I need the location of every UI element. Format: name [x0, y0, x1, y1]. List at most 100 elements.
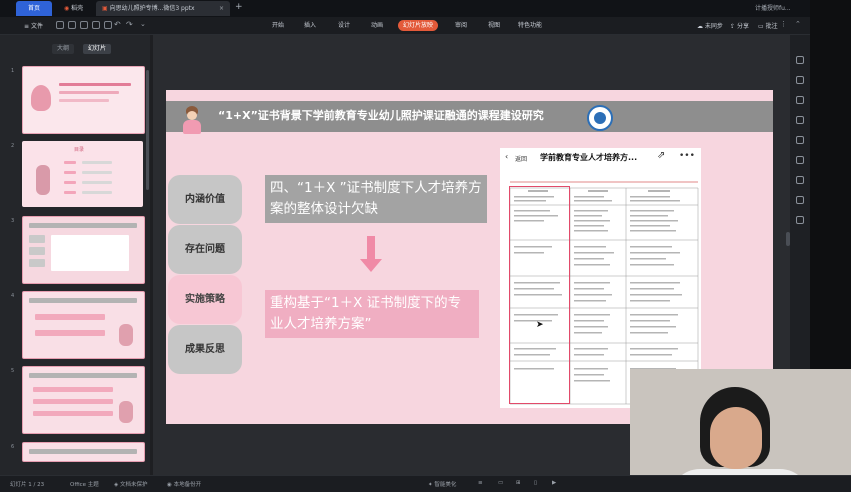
thumb-title-line [59, 83, 131, 86]
notes-icon[interactable]: ≡ [478, 480, 483, 486]
share-button[interactable]: ⇪ 分享 [730, 21, 749, 30]
highlight-box [509, 186, 570, 404]
slide-thumbnail-3[interactable] [22, 216, 145, 284]
problem-box: 四、“1＋X ”证书制度下人才培养方案的整体设计欠缺 [265, 175, 487, 223]
reading-view-icon[interactable]: ▯ [534, 480, 537, 486]
thumb-item [82, 181, 112, 184]
nav-strategies[interactable]: 实施策略 [168, 275, 242, 324]
cloud-icon: ☁ [697, 23, 703, 30]
backup-icon[interactable] [796, 196, 804, 204]
comment-button[interactable]: ▭ 批注 [758, 21, 778, 30]
thumb-title-line [59, 91, 119, 94]
panel-scrollbar[interactable] [146, 70, 149, 190]
menu-review[interactable]: 审阅 [455, 20, 467, 31]
save-icon[interactable] [56, 21, 64, 29]
canvas-scrollbar[interactable] [786, 232, 790, 246]
local-backup-status[interactable]: ◉ 本地备份开 [167, 480, 201, 488]
smart-beautify-button[interactable]: ✦ 智能美化 [428, 480, 456, 488]
settings-icon[interactable] [796, 176, 804, 184]
back-icon: ‹ [505, 152, 509, 161]
tab-document[interactable]: ▣ 向思幼儿照护专博...微信3 pptx × [96, 1, 230, 16]
doc-protect-status[interactable]: ◈ 文档未保护 [114, 480, 148, 488]
thumb-header [29, 223, 137, 228]
slide-thumbnail-4[interactable] [22, 291, 145, 359]
tab-home[interactable]: 首页 [16, 1, 52, 16]
export-icon[interactable] [92, 21, 100, 29]
university-logo-icon [587, 105, 613, 131]
slide-counter: 幻灯片 1 / 23 [10, 482, 45, 488]
cartoon-figure [31, 85, 51, 111]
slide-thumbnail-6[interactable] [22, 442, 145, 462]
back-label: 返回 [515, 156, 528, 163]
thumb-item [64, 171, 76, 174]
slide-thumbnail-2[interactable]: 目录 [22, 141, 143, 207]
preview-icon[interactable] [80, 21, 88, 29]
comment-icon: ▭ [758, 23, 764, 30]
sorter-view-icon[interactable]: ⊞ [516, 480, 521, 486]
normal-view-icon[interactable]: ▭ [498, 480, 503, 486]
transition-icon[interactable] [796, 156, 804, 164]
nav-problems[interactable]: 存在问题 [168, 225, 242, 274]
thumb-title-line [59, 99, 109, 102]
play-icon[interactable]: ▶ [552, 480, 556, 486]
doc-protect-label: 文档未保护 [119, 482, 148, 488]
new-tab-button[interactable]: + [235, 2, 243, 12]
slide-thumbnail-5[interactable] [22, 366, 145, 434]
file-menu[interactable]: ≡ 文件 [24, 21, 43, 30]
slide-number: 2 [11, 143, 15, 149]
slide-thumbnail-1[interactable] [22, 66, 145, 134]
chart-icon[interactable] [796, 116, 804, 124]
close-tab-icon[interactable]: × [219, 1, 224, 16]
menu-animation[interactable]: 动画 [371, 20, 383, 31]
cartoon-figure [119, 401, 133, 423]
theme-name: Office 主题 [70, 482, 99, 488]
sync-label: 未同步 [704, 23, 723, 30]
property-icon[interactable] [796, 56, 804, 64]
menu-insert[interactable]: 插入 [304, 20, 316, 31]
tab-home-label: 首页 [27, 5, 40, 12]
menu-view[interactable]: 视图 [488, 20, 500, 31]
fill-icon[interactable] [796, 96, 804, 104]
problem-text: 四、“1＋X ”证书制度下人才培养方案的整体设计欠缺 [270, 180, 482, 217]
nav-results[interactable]: 成果反思 [168, 325, 242, 374]
menu-home[interactable]: 开始 [272, 20, 284, 31]
account-name[interactable]: 计播授师fu... [755, 3, 791, 12]
thumb-item [82, 171, 112, 174]
thumb-content [51, 235, 129, 271]
thumb-item [82, 191, 112, 194]
help-icon[interactable] [796, 216, 804, 224]
style-icon[interactable] [796, 76, 804, 84]
thumb-nav [29, 247, 45, 255]
sync-status[interactable]: ☁ 未同步 [697, 21, 723, 30]
down-arrow-head [360, 259, 382, 272]
redo-icon[interactable]: ↷ [126, 20, 133, 29]
animation-icon[interactable] [796, 136, 804, 144]
tab-document-label: 向思幼儿照护专博...微信3 pptx [109, 5, 195, 12]
thumb-item [82, 161, 112, 164]
menu-features[interactable]: 特色功能 [518, 20, 542, 31]
phone-doc-title: 学前教育专业人才培养方... [540, 153, 638, 162]
cartoon-girl-icon [180, 106, 204, 134]
presenter-webcam [630, 369, 851, 491]
thumb-item [33, 411, 113, 416]
format-painter-icon[interactable] [104, 21, 112, 29]
undo-icon[interactable]: ↶ [114, 20, 121, 29]
collapse-ribbon-icon[interactable]: ⌃ [795, 20, 801, 28]
tab-slides[interactable]: 幻灯片 [83, 44, 112, 54]
more-icon[interactable]: ⋮ [780, 20, 787, 28]
mouse-cursor-icon: ➤ [536, 320, 544, 330]
slide-title: “1+X”证书背景下学前教育专业幼儿照护课证融通的课程建设研究 [218, 109, 544, 122]
tab-outline[interactable]: 大纲 [52, 44, 75, 54]
slide-number: 5 [11, 368, 15, 374]
menu-design[interactable]: 设计 [338, 20, 350, 31]
thumb-item [64, 181, 76, 184]
nav-connotation[interactable]: 内涵价值 [168, 175, 242, 224]
thumb-header [29, 298, 137, 303]
print-icon[interactable] [68, 21, 76, 29]
menu-slideshow[interactable]: 幻灯片放映 [398, 20, 439, 31]
cartoon-figure [36, 165, 50, 195]
hamburger-icon: ≡ [24, 23, 31, 30]
chevron-down-icon[interactable]: ⌄ [140, 20, 146, 28]
tab-docer[interactable]: ◉ 稻壳 [58, 1, 94, 16]
phone-more-icon: ••• [679, 151, 695, 161]
